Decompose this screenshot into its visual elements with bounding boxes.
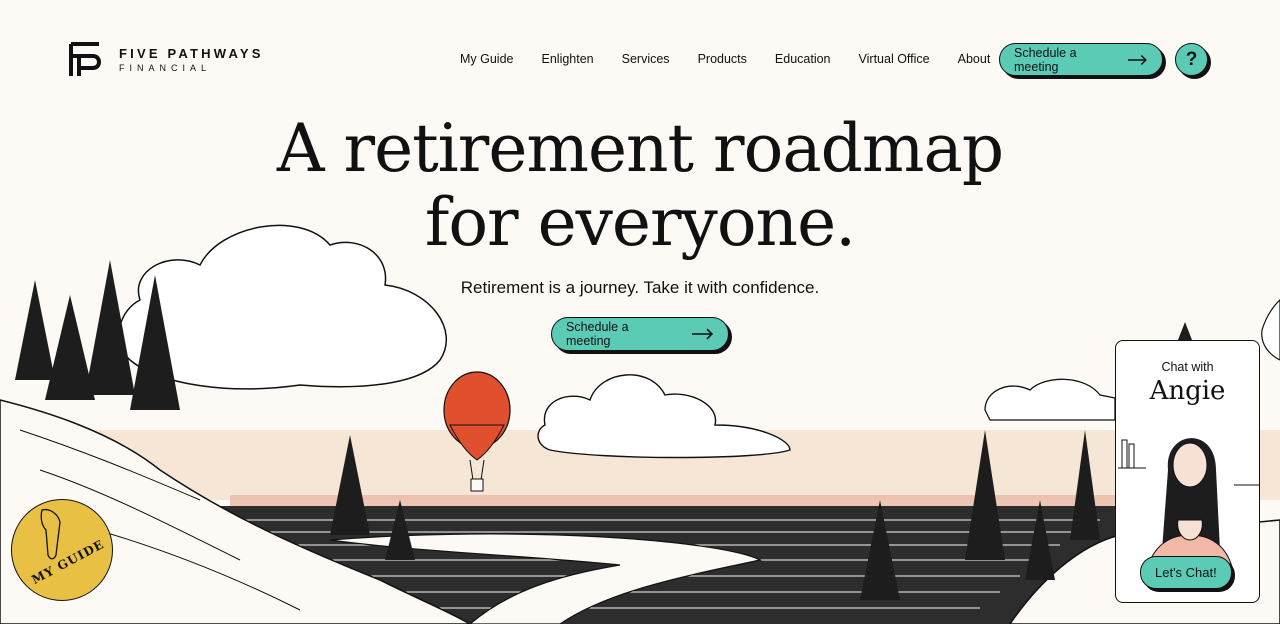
arrow-right-icon [692,328,714,340]
nav-my-guide[interactable]: My Guide [460,52,514,66]
nav-products[interactable]: Products [698,52,747,66]
lets-chat-label: Let's Chat! [1155,565,1217,580]
hero-title-line1: A retirement roadmap [276,110,1004,187]
nav-education[interactable]: Education [775,52,831,66]
help-button[interactable]: ? [1175,43,1208,76]
brand-logo[interactable]: FIVE PATHWAYS FINANCIAL [69,40,264,78]
nav-about[interactable]: About [958,52,991,66]
hero-subtitle: Retirement is a journey. Take it with co… [460,278,820,297]
brand-line2: FINANCIAL [119,62,212,73]
agent-avatar [1118,438,1259,580]
nav-virtual-office[interactable]: Virtual Office [859,52,930,66]
landscape-illustration [0,224,1280,624]
logo-mark-icon [69,42,101,76]
chat-with-label: Chat with [1161,360,1214,374]
hero-title-line2: for everyone. [424,184,856,261]
question-mark-icon: ? [1185,48,1198,70]
schedule-meeting-header-button[interactable]: Schedule a meeting [999,43,1163,76]
hero-title: A retirement roadmap for everyone. [0,112,1280,260]
main-nav: My Guide Enlighten Services Products Edu… [460,52,1018,66]
agent-name: Angie [1149,376,1226,406]
nav-services[interactable]: Services [622,52,670,66]
schedule-meeting-label: Schedule a meeting [1014,45,1077,74]
my-guide-badge[interactable]: MY GUIDE [11,499,113,601]
brand-name: FIVE PATHWAYS FINANCIAL [119,46,264,73]
lets-chat-button[interactable]: Let's Chat! [1140,556,1232,589]
schedule-meeting-hero-button[interactable]: Schedule a meeting [551,317,729,351]
arrow-right-icon [1128,54,1148,65]
brand-line1: FIVE PATHWAYS [119,45,264,61]
schedule-meeting-hero-label: Schedule a meeting [566,320,629,348]
nav-enlighten[interactable]: Enlighten [542,52,594,66]
